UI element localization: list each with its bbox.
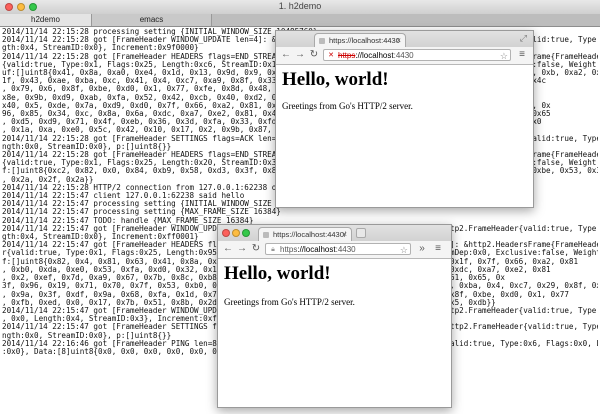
bookmark-star-icon[interactable]: ☆ <box>400 244 408 256</box>
tab-h2demo[interactable]: h2demo <box>0 14 92 26</box>
reload-icon[interactable]: ↻ <box>308 49 320 61</box>
page-text: Greetings from Go's HTTP/2 server. <box>224 297 355 307</box>
page-content: Hello, world! Greetings from Go's HTTP/2… <box>276 65 533 207</box>
url-host: ://localhost <box>297 245 336 254</box>
extensions-overflow-icon[interactable]: » <box>416 243 428 255</box>
back-arrow-icon[interactable]: ← <box>280 49 292 61</box>
fullscreen-icon[interactable]: ⤢ <box>520 33 527 44</box>
browser-toolbar: ← → ↻ 🔒︎ https://localhost:4430 ☆ » ≡ <box>218 241 451 259</box>
zoom-window-button[interactable] <box>242 229 250 237</box>
back-arrow-icon[interactable]: ← <box>222 243 234 255</box>
close-tab-icon[interactable]: × <box>396 34 401 48</box>
tab-title: https://localhost:4430 <box>329 36 400 45</box>
bookmark-star-icon[interactable]: ☆ <box>500 50 508 62</box>
browser-window-back[interactable]: https://localhost:4430 × ⤢ ← → ↻ ✕ https… <box>275 30 534 208</box>
tab-title: https://localhost:4430/ <box>273 230 346 239</box>
tab-emacs[interactable]: emacs <box>92 14 212 26</box>
close-window-button[interactable] <box>222 229 230 237</box>
url-host: ://localhost <box>355 51 394 60</box>
forward-arrow-icon[interactable]: → <box>236 243 248 255</box>
page-heading: Hello, world! <box>282 69 389 90</box>
browser-tabstrip: https://localhost:4430/ × <box>218 225 451 241</box>
close-tab-icon[interactable]: × <box>342 228 347 242</box>
minimize-window-button[interactable] <box>232 229 240 237</box>
address-bar[interactable]: ✕ https://localhost:4430 ☆ <box>323 49 511 61</box>
browser-toolbar: ← → ↻ ✕ https://localhost:4430 ☆ ≡ <box>276 47 533 65</box>
url-scheme: https <box>280 245 298 254</box>
insecure-lock-icon: ✕ <box>328 52 334 59</box>
page-content: Hello, world! Greetings from Go's HTTP/2… <box>218 259 451 407</box>
new-tab-button[interactable] <box>356 228 366 238</box>
terminal-title: 1. h2demo <box>278 1 322 11</box>
page-favicon-icon <box>319 38 325 44</box>
page-text: Greetings from Go's HTTP/2 server. <box>282 101 413 111</box>
url-port: :4430 <box>335 245 356 254</box>
reload-icon[interactable]: ↻ <box>250 243 262 255</box>
menu-icon[interactable]: ≡ <box>516 49 528 61</box>
browser-tab[interactable]: https://localhost:4430/ × <box>258 227 352 241</box>
url-port: :4430 <box>393 51 414 60</box>
lock-icon: 🔒︎ <box>271 246 275 253</box>
browser-tab[interactable]: https://localhost:4430 × <box>314 33 406 47</box>
terminal-title-bar: 1. h2demo <box>0 0 600 15</box>
address-bar[interactable]: 🔒︎ https://localhost:4430 ☆ <box>265 243 411 255</box>
terminal-tab-bar: h2demo emacs <box>0 14 600 27</box>
forward-arrow-icon[interactable]: → <box>294 49 306 61</box>
browser-tabstrip: https://localhost:4430 × ⤢ <box>276 31 533 47</box>
page-favicon-icon <box>263 232 269 238</box>
menu-icon[interactable]: ≡ <box>432 243 444 255</box>
browser-window-front[interactable]: https://localhost:4430/ × ← → ↻ 🔒︎ https… <box>217 224 452 408</box>
page-heading: Hello, world! <box>224 263 331 284</box>
url-scheme: https <box>338 51 356 60</box>
